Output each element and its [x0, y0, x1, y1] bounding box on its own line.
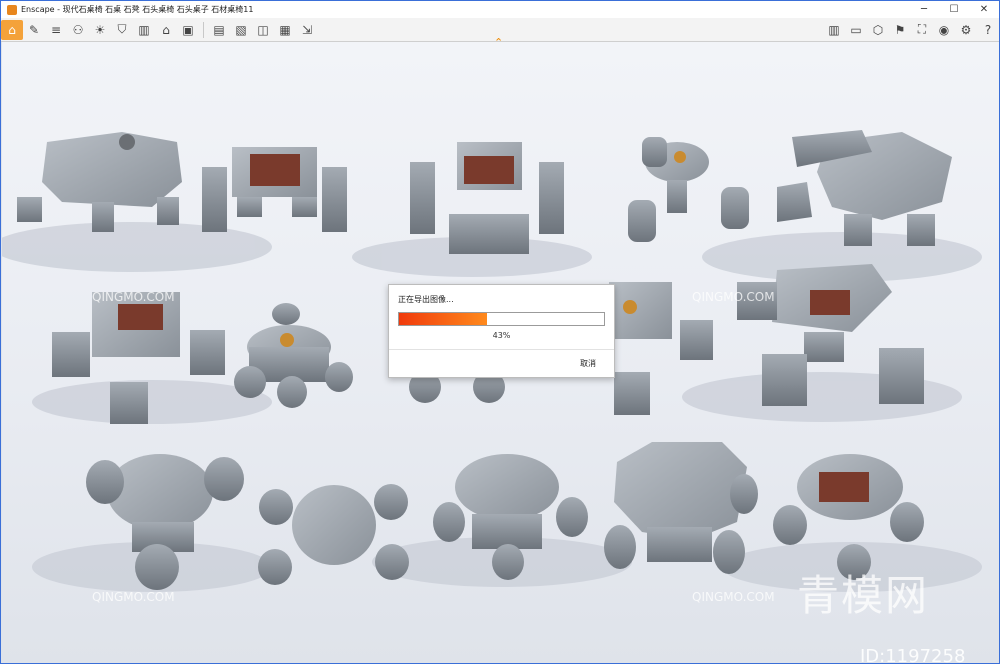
minimize-icon[interactable]: ─ — [909, 1, 939, 18]
app-window: Enscape - 现代石桌椅 石桌 石凳 石头桌椅 石头桌子 石材桌椅11 ─… — [0, 0, 1000, 664]
gamepad-icon[interactable]: ⚇ — [67, 20, 89, 40]
building-icon[interactable]: ▥ — [133, 20, 155, 40]
scalloped-table — [614, 442, 747, 540]
watermark-site-text: QINGMO.COM — [692, 290, 775, 304]
title-bar: Enscape - 现代石桌椅 石桌 石凳 石头桌椅 石头桌子 石材桌椅11 ─… — [1, 1, 999, 18]
rock-table-1 — [42, 132, 182, 207]
round-table-4 — [455, 454, 559, 520]
watermark-site-text: QINGMO.COM — [92, 590, 175, 604]
drum-table — [292, 485, 376, 565]
batch-icon[interactable]: ⇲ — [296, 20, 318, 40]
video-icon[interactable]: ▦ — [274, 20, 296, 40]
maximize-icon[interactable]: ☐ — [939, 1, 969, 18]
sun-icon[interactable]: ☀ — [89, 20, 111, 40]
help-icon[interactable]: ? — [977, 20, 999, 40]
shield-icon[interactable]: ⛉ — [111, 20, 133, 40]
home-icon[interactable]: ⌂ — [1, 19, 23, 40]
list-icon[interactable]: ≡ — [45, 20, 67, 40]
square-table-1 — [609, 282, 672, 339]
camera-icon[interactable]: ▣ — [177, 20, 199, 40]
materials-icon[interactable]: ▭ — [845, 20, 867, 40]
screenshot-icon[interactable]: ▤ — [208, 20, 230, 40]
watermark-site-text: QINGMO.COM — [92, 290, 175, 304]
toolbar-divider — [203, 21, 204, 38]
enscape-logo-icon — [7, 4, 17, 15]
book-icon[interactable]: ▥ — [823, 20, 845, 40]
window-controls: ─ ☐ ✕ — [909, 1, 999, 18]
toolbar: ⌂ ✎ ≡ ⚇ ☀ ⛉ ▥ ⌂ ▣ ▤ ▧ ◫ ▦ ⇲ ⌃ ▥ ▭ ⬡ ⚑ ⛶ … — [1, 18, 999, 49]
house-icon[interactable]: ⌂ — [155, 20, 177, 40]
dialog-title: 正在导出图像... — [398, 295, 454, 304]
dialog-divider — [389, 349, 614, 350]
progress-percent: 43% — [492, 331, 511, 340]
settings-icon[interactable]: ⚑ — [889, 20, 911, 40]
gear-icon[interactable]: ⚙ — [955, 20, 977, 40]
watermark-brand: 青模网 — [797, 571, 930, 620]
toolbar-right: ▥ ▭ ⬡ ⚑ ⛶ ◉ ⚙ ? — [823, 18, 999, 41]
watermark-site-text: QINGMO.COM — [692, 590, 775, 604]
close-icon[interactable]: ✕ — [969, 1, 999, 18]
watermark-id: ID:1197258 — [860, 646, 966, 663]
capture-icon[interactable]: ⛶ — [911, 20, 933, 40]
progress-bar — [398, 312, 605, 326]
window-title: Enscape - 现代石桌椅 石桌 石凳 石头桌椅 石头桌子 石材桌椅11 — [21, 5, 254, 14]
progress-bar-fill — [399, 313, 488, 325]
export-icon[interactable]: ▧ — [230, 20, 252, 40]
pin-icon[interactable]: ✎ — [23, 20, 45, 40]
asset-icon[interactable]: ⬡ — [867, 20, 889, 40]
panorama-icon[interactable]: ◫ — [252, 20, 274, 40]
eye-icon[interactable]: ◉ — [933, 20, 955, 40]
export-progress-dialog: 正在导出图像... 43% 取消 — [388, 284, 615, 378]
round-table-3 — [107, 454, 213, 530]
cancel-button[interactable]: 取消 — [580, 358, 596, 369]
